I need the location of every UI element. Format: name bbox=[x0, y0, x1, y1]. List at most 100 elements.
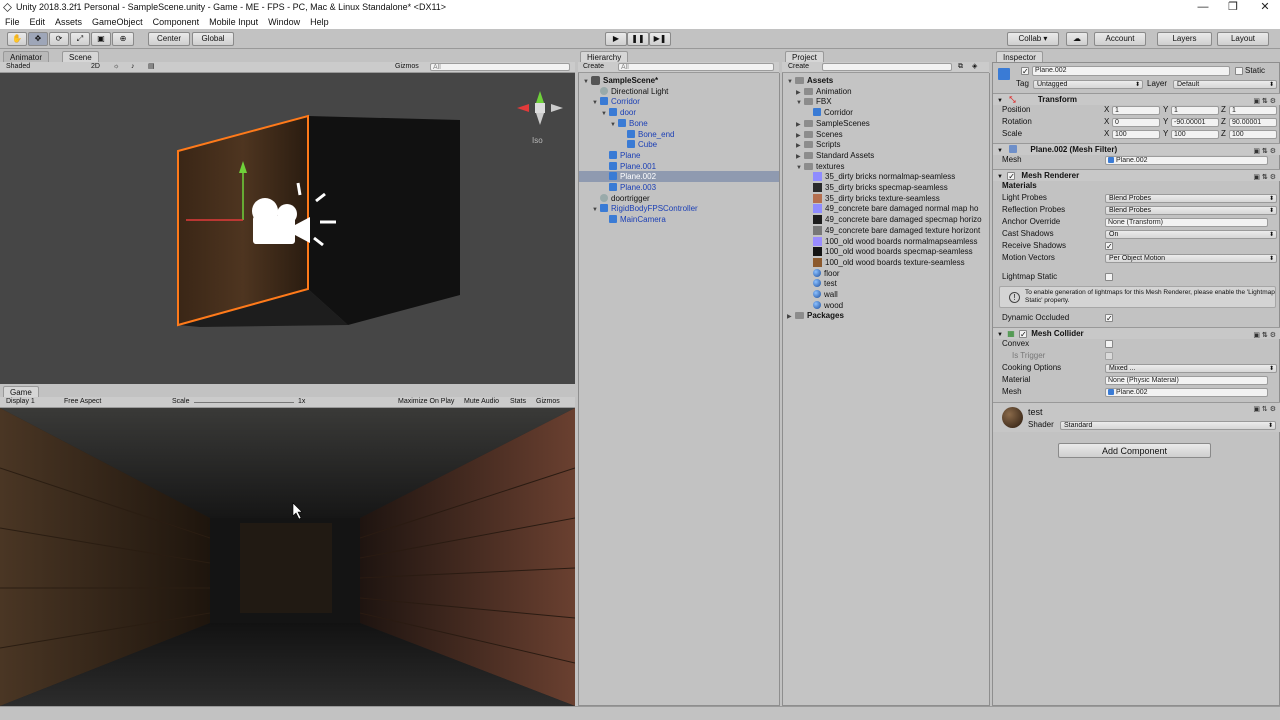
shading-mode-dropdown[interactable]: Shaded bbox=[6, 62, 30, 72]
mesh-renderer-enabled-checkbox[interactable]: ✓ bbox=[1007, 172, 1016, 181]
project-item[interactable]: ▼ FBX bbox=[783, 96, 989, 107]
project-item[interactable]: ▶ Scripts bbox=[783, 139, 989, 150]
menu-window[interactable]: Window bbox=[263, 15, 305, 29]
collider-mesh-field[interactable]: Plane.002 bbox=[1105, 388, 1268, 397]
mode-2d-toggle[interactable]: 2D bbox=[91, 62, 100, 72]
transform-header[interactable]: ▼ ⤡ Transform ▣ ⇅ ⚙ bbox=[993, 93, 1280, 105]
light-probes-dropdown[interactable]: Blend Probes bbox=[1105, 194, 1277, 203]
effects-toggle-icon[interactable]: ▤ bbox=[148, 62, 155, 72]
menu-help[interactable]: Help bbox=[305, 15, 334, 29]
cloud-icon[interactable]: ☁ bbox=[1066, 32, 1088, 46]
project-item[interactable]: 35_dirty bricks specmap-seamless bbox=[783, 182, 989, 193]
project-item[interactable]: ▶ Standard Assets bbox=[783, 150, 989, 161]
hierarchy-item[interactable]: ▼ Bone bbox=[579, 118, 779, 129]
play-button[interactable]: ▶ bbox=[605, 32, 627, 46]
scale-tool-icon[interactable]: ⤢ bbox=[70, 32, 90, 46]
menu-file[interactable]: File bbox=[0, 15, 25, 29]
filter-label-icon[interactable]: ◈ bbox=[972, 62, 977, 72]
hierarchy-item[interactable]: Plane bbox=[579, 150, 779, 161]
mesh-renderer-settings-icon[interactable]: ▣ ⇅ ⚙ bbox=[1253, 172, 1276, 184]
mesh-collider-settings-icon[interactable]: ▣ ⇅ ⚙ bbox=[1253, 330, 1276, 342]
project-create-dropdown[interactable]: Create bbox=[788, 62, 809, 72]
mesh-renderer-foldout-icon[interactable]: ▼ bbox=[997, 174, 1003, 180]
project-item[interactable]: ▼ textures bbox=[783, 161, 989, 172]
layers-dropdown[interactable]: Layers bbox=[1157, 32, 1212, 46]
menu-assets[interactable]: Assets bbox=[50, 15, 87, 29]
collider-material-field[interactable]: None (Physic Material) bbox=[1105, 376, 1268, 385]
project-item[interactable]: test bbox=[783, 278, 989, 289]
hierarchy-item[interactable]: Cube bbox=[579, 139, 779, 150]
audio-toggle-icon[interactable]: ♪ bbox=[131, 62, 135, 72]
hierarchy-item[interactable]: MainCamera bbox=[579, 214, 779, 225]
rotation-field[interactable]: 0 bbox=[1112, 118, 1160, 127]
mesh-filter-mesh-field[interactable]: Plane.002 bbox=[1105, 156, 1268, 165]
mesh-collider-foldout-icon[interactable]: ▼ bbox=[997, 332, 1003, 338]
scale-field[interactable]: 100 bbox=[1229, 130, 1277, 139]
receive-shadows-checkbox[interactable]: ✓ bbox=[1105, 242, 1113, 251]
collab-button[interactable]: Collab ▾ bbox=[1007, 32, 1059, 46]
move-tool-icon[interactable]: ✥ bbox=[28, 32, 48, 46]
rotation-field[interactable]: 90.00001 bbox=[1229, 118, 1277, 127]
project-item[interactable]: wall bbox=[783, 289, 989, 300]
position-field[interactable]: 1 bbox=[1112, 106, 1160, 115]
active-checkbox[interactable]: ✓ bbox=[1021, 67, 1029, 76]
project-item[interactable]: ▶ Scenes bbox=[783, 129, 989, 140]
pivot-center-button[interactable]: Center bbox=[148, 32, 190, 46]
mute-audio-toggle[interactable]: Mute Audio bbox=[464, 397, 499, 407]
rotation-field[interactable]: -90.00001 bbox=[1171, 118, 1219, 127]
reflection-probes-dropdown[interactable]: Blend Probes bbox=[1105, 206, 1277, 215]
scale-field[interactable]: 100 bbox=[1112, 130, 1160, 139]
lightmap-static-checkbox[interactable] bbox=[1105, 273, 1113, 281]
static-checkbox[interactable] bbox=[1235, 67, 1243, 75]
cooking-options-dropdown[interactable]: Mixed ... bbox=[1105, 364, 1277, 373]
transform-foldout-icon[interactable]: ▼ bbox=[997, 98, 1003, 104]
hierarchy-item[interactable]: Plane.001 bbox=[579, 161, 779, 172]
scene-orientation-gizmo[interactable] bbox=[517, 91, 563, 125]
motion-vectors-dropdown[interactable]: Per Object Motion bbox=[1105, 254, 1277, 263]
dynamic-occluded-checkbox[interactable]: ✓ bbox=[1105, 314, 1113, 323]
project-search-input[interactable] bbox=[822, 63, 952, 71]
close-button[interactable]: ✕ bbox=[1250, 0, 1280, 15]
hierarchy-create-dropdown[interactable]: Create bbox=[583, 62, 604, 72]
scene-viewport[interactable]: Iso bbox=[0, 73, 575, 384]
scale-field[interactable]: 100 bbox=[1171, 130, 1219, 139]
anchor-override-field[interactable]: None (Transform) bbox=[1105, 218, 1268, 227]
hand-tool-icon[interactable]: ✋ bbox=[7, 32, 27, 46]
mesh-filter-header[interactable]: ▼ Plane.002 (Mesh Filter) ▣ ⇅ ⚙ bbox=[993, 143, 1280, 155]
material-settings-icon[interactable]: ▣ ⇅ ⚙ bbox=[1253, 405, 1276, 413]
hierarchy-item[interactable]: ▼ SampleScene* bbox=[579, 75, 779, 86]
foldout-icon[interactable]: ▶ bbox=[787, 312, 795, 323]
step-button[interactable]: ▶❚ bbox=[649, 32, 671, 46]
game-gizmos-dropdown[interactable]: Gizmos bbox=[536, 397, 560, 407]
scale-slider[interactable] bbox=[194, 402, 294, 403]
hierarchy-item[interactable]: Plane.002 bbox=[579, 171, 779, 183]
cast-shadows-dropdown[interactable]: On bbox=[1105, 230, 1277, 239]
project-item[interactable]: 49_concrete bare damaged normal map ho bbox=[783, 203, 989, 214]
tag-dropdown[interactable]: Untagged bbox=[1033, 80, 1143, 89]
scene-gizmos-dropdown[interactable]: Gizmos bbox=[395, 62, 419, 72]
menu-mobile-input[interactable]: Mobile Input bbox=[204, 15, 263, 29]
space-global-button[interactable]: Global bbox=[192, 32, 234, 46]
hierarchy-search-input[interactable]: All bbox=[618, 63, 774, 71]
project-item[interactable]: 35_dirty bricks texture-seamless bbox=[783, 193, 989, 204]
project-item[interactable]: Corridor bbox=[783, 107, 989, 118]
position-field[interactable]: 1 bbox=[1229, 106, 1277, 115]
mesh-collider-enabled-checkbox[interactable]: ✓ bbox=[1018, 330, 1027, 339]
account-dropdown[interactable]: Account bbox=[1094, 32, 1146, 46]
layer-dropdown[interactable]: Default bbox=[1173, 80, 1277, 89]
rect-tool-icon[interactable]: ▣ bbox=[91, 32, 111, 46]
project-item[interactable]: 49_concrete bare damaged specmap horizo bbox=[783, 214, 989, 225]
hierarchy-item[interactable]: doortrigger bbox=[579, 193, 779, 204]
stats-toggle[interactable]: Stats bbox=[510, 397, 526, 407]
mesh-collider-header[interactable]: ▼ ▦ ✓ Mesh Collider ▣ ⇅ ⚙ bbox=[993, 327, 1280, 339]
hierarchy-item[interactable]: Directional Light bbox=[579, 86, 779, 97]
convex-checkbox[interactable] bbox=[1105, 340, 1113, 348]
project-item[interactable]: 35_dirty bricks normalmap-seamless bbox=[783, 171, 989, 182]
display-dropdown[interactable]: Display 1 bbox=[6, 397, 35, 407]
project-item[interactable]: 100_old wood boards normalmapseamless bbox=[783, 236, 989, 247]
project-item[interactable]: wood bbox=[783, 300, 989, 311]
hierarchy-item[interactable]: ▼ door bbox=[579, 107, 779, 118]
add-component-button[interactable]: Add Component bbox=[1058, 443, 1211, 458]
shader-dropdown[interactable]: Standard bbox=[1060, 421, 1276, 430]
lighting-toggle-icon[interactable]: ☼ bbox=[113, 62, 119, 72]
